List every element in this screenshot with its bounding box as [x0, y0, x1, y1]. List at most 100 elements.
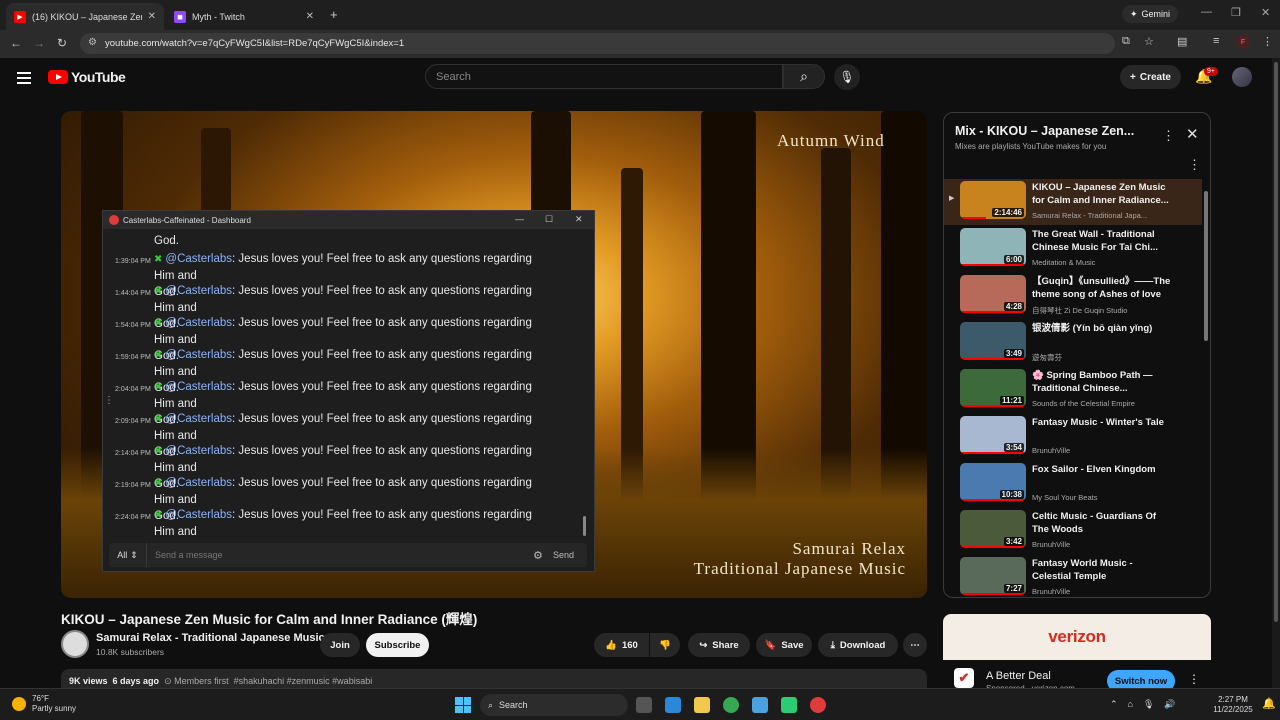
like-button[interactable]: 👍 160 [594, 633, 649, 657]
account-avatar[interactable] [1232, 67, 1252, 87]
task-view-icon[interactable] [636, 697, 652, 713]
chrome-icon[interactable] [723, 697, 739, 713]
media-icon[interactable]: ≡ [1213, 35, 1219, 47]
close-icon[interactable]: ✕ [575, 214, 583, 225]
profile-avatar[interactable]: F [1236, 35, 1250, 49]
playlist-item[interactable]: 3:54 Fantasy Music - Winter's Tale BrunuhV… [944, 414, 1202, 460]
mic-icon[interactable]: 🎙 [1143, 699, 1154, 710]
save-button[interactable]: 🔖 Save [756, 633, 812, 657]
video-thumbnail[interactable]: 4:28 [960, 275, 1026, 313]
hamburger-menu-icon[interactable] [17, 69, 31, 87]
playlist-item[interactable]: 7:27 Fantasy World Music - Celestial Temp… [944, 555, 1202, 597]
dislike-button[interactable]: 👎 [650, 633, 680, 657]
playlist-item[interactable]: 6:00 The Great Wall - Traditional Chinese… [944, 226, 1202, 272]
bookmark-star-icon[interactable]: ☆ [1144, 35, 1154, 48]
message-mention[interactable]: @Casterlabs [165, 445, 232, 457]
windows-start-icon[interactable] [455, 697, 471, 713]
install-icon[interactable]: ⧉ [1122, 35, 1130, 48]
send-button[interactable]: Send [553, 550, 587, 560]
video-thumbnail[interactable]: 3:54 [960, 416, 1026, 454]
network-icon[interactable]: ⌂ [1128, 699, 1133, 710]
video-thumbnail[interactable]: 6:00 [960, 228, 1026, 266]
hashtags[interactable]: #shakuhachi #zenmusic #wabisabi [234, 676, 373, 686]
message-mention[interactable]: @Casterlabs [165, 477, 232, 489]
playlist-item[interactable]: ▶ 2:14:46 KIKOU – Japanese Zen Music for C… [944, 179, 1202, 225]
menu-dots-icon[interactable]: ⋮ [1262, 35, 1273, 48]
playlist-scrollbar[interactable] [1204, 191, 1208, 341]
playlist-title[interactable]: Mix - KIKOU – Japanese Zen... [955, 124, 1134, 138]
channel-name[interactable]: Samurai Relax - Traditional Japanese Mus… [96, 632, 325, 644]
minimize-icon[interactable]: — [515, 214, 524, 224]
playlist-menu-icon[interactable]: ⋮ [1162, 128, 1175, 144]
message-mention[interactable]: @Casterlabs [165, 253, 232, 265]
tab-twitch[interactable]: ◼ Myth - Twitch ✕ [166, 3, 322, 30]
playlist-item[interactable]: 3:49 银波倩影 (Yín bō qiàn yǐng) 遊匆壽芬 [944, 320, 1202, 366]
page-scroll-thumb[interactable] [1274, 62, 1278, 622]
message-input[interactable]: Send a message [147, 550, 533, 560]
ad-title[interactable]: A Better Deal [986, 670, 1051, 682]
video-thumbnail[interactable]: 2:14:46 [960, 181, 1026, 219]
close-window-icon[interactable]: ✕ [1261, 6, 1270, 19]
message-mention[interactable]: @Casterlabs [165, 413, 232, 425]
more-actions-icon[interactable]: ⋯ [903, 633, 927, 657]
address-bar[interactable]: ⚙ youtube.com/watch?v=e7qCyFWgC5I&list=R… [80, 33, 1115, 54]
file-explorer-icon[interactable] [694, 697, 710, 713]
casterlabs-dashboard-window[interactable]: Casterlabs-Caffeinated - Dashboard — ☐ ✕… [102, 210, 595, 572]
video-thumbnail[interactable]: 3:49 [960, 322, 1026, 360]
video-thumbnail[interactable]: 11:21 [960, 369, 1026, 407]
back-icon[interactable]: ← [10, 36, 22, 50]
new-tab-icon[interactable]: + [330, 7, 338, 22]
taskbar-search[interactable]: ⌕ Search [480, 694, 628, 716]
subscribe-button[interactable]: Subscribe [366, 633, 429, 657]
playlist-options-icon[interactable]: ⋮ [1188, 157, 1201, 173]
playlist-item[interactable]: 4:28 【Guqin】《unsullied》——The theme song o… [944, 273, 1202, 319]
search-input[interactable]: Search [425, 64, 783, 89]
side-panel-icon[interactable]: ▤ [1177, 35, 1187, 48]
speaker-icon[interactable]: 🔊 [1164, 699, 1175, 710]
channel-avatar[interactable] [61, 630, 89, 658]
reload-icon[interactable]: ↻ [57, 36, 67, 50]
message-mention[interactable]: @Casterlabs [165, 285, 232, 297]
youtube-logo[interactable]: YouTube [48, 69, 126, 85]
close-tab-icon[interactable]: ✕ [148, 11, 156, 22]
app-icon[interactable] [781, 697, 797, 713]
window-titlebar[interactable]: Casterlabs-Caffeinated - Dashboard — ☐ ✕ [103, 211, 594, 229]
maximize-icon[interactable]: ❐ [1231, 6, 1241, 19]
create-button[interactable]: + Create [1120, 65, 1181, 89]
video-thumbnail[interactable]: 10:38 [960, 463, 1026, 501]
drag-handle-icon[interactable]: ⋮ [104, 395, 114, 406]
chat-scrollbar[interactable] [583, 516, 586, 536]
weather-widget[interactable]: 76°F Partly sunny [12, 694, 76, 714]
clock[interactable]: 2:27 PM 11/22/2025 [1208, 695, 1258, 715]
join-button[interactable]: Join [320, 633, 360, 657]
notification-center-icon[interactable]: 🔔 [1262, 697, 1276, 710]
chat-filter-select[interactable]: All ⇕ [109, 543, 147, 567]
message-mention[interactable]: @Casterlabs [165, 317, 232, 329]
tab-youtube[interactable]: ▶ (16) KIKOU – Japanese Zen Mus ✕ [6, 3, 164, 30]
share-button[interactable]: ↪ Share [688, 633, 750, 657]
minimize-icon[interactable]: — [1201, 6, 1212, 18]
message-mention[interactable]: @Casterlabs [165, 349, 232, 361]
chevron-up-icon[interactable]: ⌃ [1110, 699, 1118, 710]
message-mention[interactable]: @Casterlabs [165, 509, 232, 521]
maximize-icon[interactable]: ☐ [545, 214, 553, 225]
site-info-icon[interactable]: ⚙ [88, 37, 97, 48]
casterlabs-taskbar-icon[interactable] [810, 697, 826, 713]
photos-app-icon[interactable] [665, 697, 681, 713]
ad-menu-icon[interactable]: ⋮ [1188, 672, 1200, 686]
notepad-icon[interactable] [752, 697, 768, 713]
close-playlist-icon[interactable]: ✕ [1186, 125, 1199, 143]
video-thumbnail[interactable]: 7:27 [960, 557, 1026, 595]
voice-search-button[interactable]: 🎙 [834, 64, 860, 90]
forward-icon[interactable]: → [33, 36, 45, 50]
playlist-item[interactable]: 10:38 Fox Sailor - Elven Kingdom My Soul Y… [944, 461, 1202, 507]
playlist-item[interactable]: 11:21 🌸 Spring Bamboo Path — Traditional … [944, 367, 1202, 413]
close-tab-icon[interactable]: ✕ [306, 11, 314, 22]
video-thumbnail[interactable]: 3:42 [960, 510, 1026, 548]
message-mention[interactable]: @Casterlabs [165, 381, 232, 393]
gemini-button[interactable]: ✦ Gemini [1122, 5, 1179, 23]
settings-gear-icon[interactable]: ⚙ [533, 549, 553, 562]
chat-log[interactable]: God. 1:39:04 PM ✖ @Casterlabs: Jesus loves… [103, 229, 594, 541]
download-button[interactable]: ⤓ Download [818, 633, 898, 657]
playlist-item[interactable]: 3:42 Celtic Music - Guardians Of The Wood… [944, 508, 1202, 554]
